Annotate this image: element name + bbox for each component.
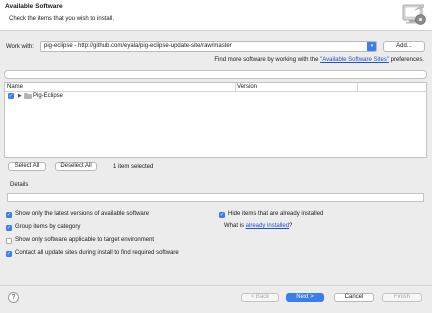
group-by-category-label: Group items by category [15, 224, 81, 230]
install-wizard-icon [402, 3, 426, 25]
finish-button[interactable]: Finish [382, 293, 422, 302]
page-title: Available Software [5, 3, 63, 10]
contact-sites-label: Contact all update sites during install … [15, 250, 179, 256]
column-divider [235, 83, 236, 92]
column-name[interactable]: Name [7, 83, 23, 92]
wizard-header: Available Software Check the items that … [0, 0, 432, 31]
category-folder-icon [24, 93, 32, 99]
help-icon[interactable]: ? [8, 292, 19, 303]
footer-divider [0, 285, 432, 286]
more-suffix: preferences. [388, 57, 424, 63]
select-all-button[interactable]: Select All [8, 162, 46, 171]
selection-status: 1 item selected [113, 164, 154, 170]
expand-triangle-icon[interactable]: ▶ [18, 92, 22, 101]
hide-installed-label: Hide items that are already installed [228, 211, 324, 217]
filter-input[interactable] [4, 70, 427, 79]
row-label: Pig-Eclipse [33, 93, 64, 99]
latest-versions-label: Show only the latest versions of availab… [15, 211, 150, 217]
next-button[interactable]: Next > [286, 293, 324, 302]
latest-versions-checkbox[interactable]: ✓ [6, 212, 12, 218]
back-button[interactable]: < Back [241, 293, 279, 302]
target-environment-label: Show only software applicable to target … [15, 237, 155, 243]
column-version[interactable]: Version [237, 83, 257, 92]
work-with-label: Work with: [6, 44, 34, 50]
more-software-line: Find more software by working with the "… [214, 57, 424, 63]
more-prefix: Find more software by working with the [214, 57, 321, 63]
already-installed-link[interactable]: already installed [246, 223, 289, 229]
available-sites-link[interactable]: "Available Software Sites" [320, 57, 389, 63]
cancel-button[interactable]: Cancel [334, 293, 374, 302]
work-with-value: pig-eclipse - http://github.com/eyala/pi… [44, 43, 232, 49]
page-subtitle: Check the items that you wish to install… [9, 16, 115, 22]
tree-row[interactable]: ✓ ▶ Pig-Eclipse [5, 92, 426, 101]
chevron-down-icon[interactable]: ▾ [367, 42, 376, 51]
details-area [7, 193, 424, 202]
column-divider [357, 83, 358, 92]
hide-installed-checkbox[interactable]: ✓ [219, 212, 225, 218]
deselect-all-button[interactable]: Deselect All [55, 162, 97, 171]
contact-sites-checkbox[interactable]: ✓ [6, 251, 12, 257]
what-is-prefix: What is [224, 223, 246, 229]
software-tree[interactable]: Name Version ✓ ▶ Pig-Eclipse [4, 82, 427, 158]
details-label: Details [10, 182, 29, 188]
add-site-button[interactable]: Add... [383, 41, 425, 52]
row-checkbox[interactable]: ✓ [8, 93, 14, 99]
group-by-category-checkbox[interactable]: ✓ [6, 225, 12, 231]
work-with-combo[interactable]: pig-eclipse - http://github.com/eyala/pi… [40, 41, 377, 52]
target-environment-checkbox[interactable] [6, 238, 12, 244]
what-is-suffix: ? [289, 223, 293, 229]
what-is-installed-line: What is already installed? [224, 223, 292, 229]
tree-header: Name Version [5, 83, 426, 92]
